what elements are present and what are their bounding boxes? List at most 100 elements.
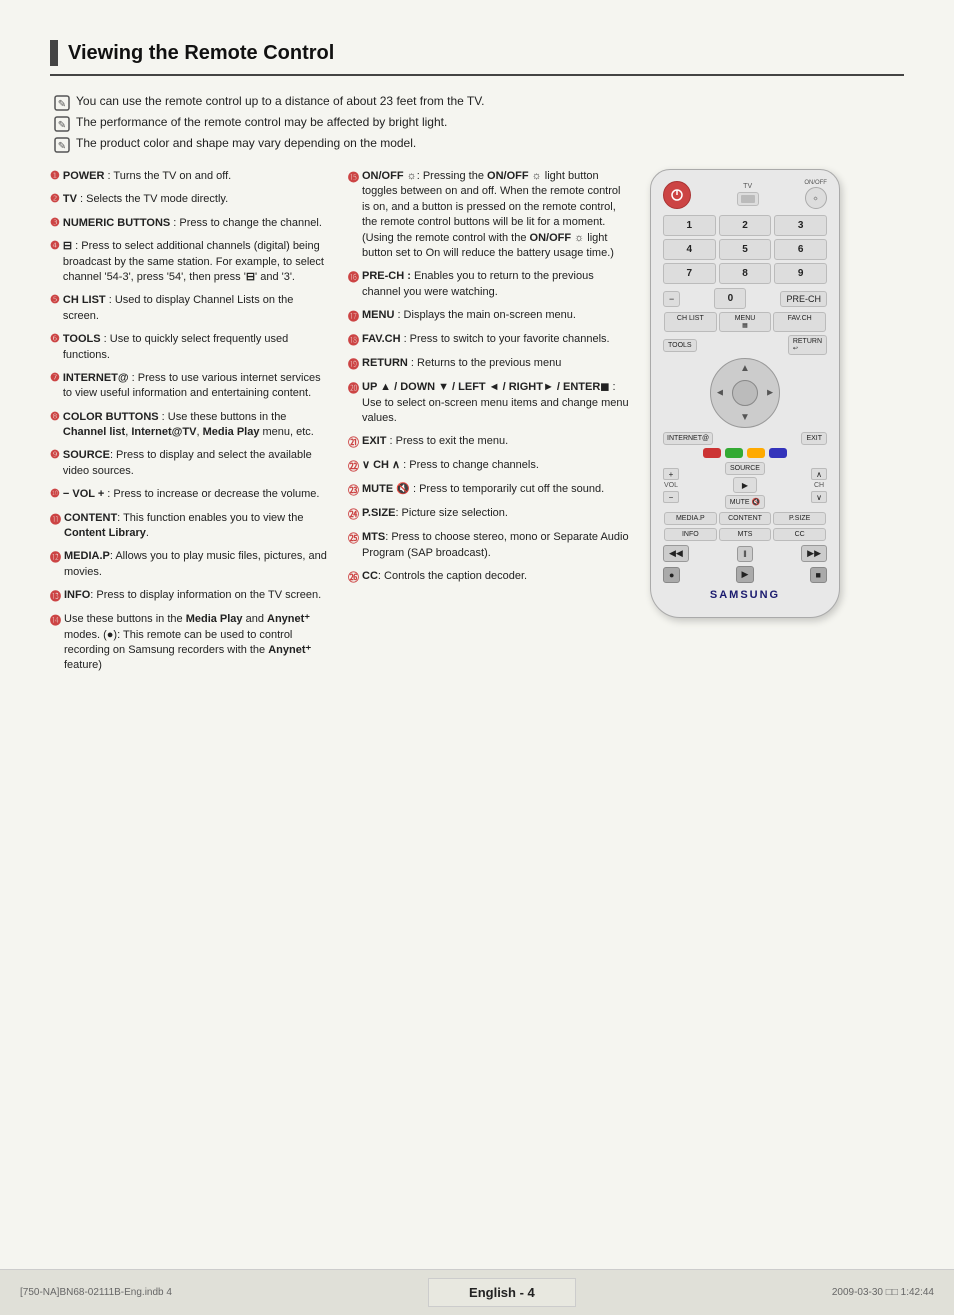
play-button[interactable]: ▶ xyxy=(736,566,755,583)
num-btn-3[interactable]: 3 xyxy=(774,215,827,236)
desc-internet: ❼ INTERNET@ : Press to use various inter… xyxy=(50,371,332,402)
dpad-down[interactable]: ▼ xyxy=(740,412,750,423)
source-button[interactable]: SOURCE xyxy=(725,462,765,475)
tv-button[interactable] xyxy=(737,192,759,206)
dpad[interactable]: ▲ ▼ ◄ ► xyxy=(710,358,780,428)
desc-num-10: ❿ xyxy=(50,487,60,500)
onoff-button[interactable]: ☼ xyxy=(805,187,827,209)
desc-text-17: MENU : Displays the main on-screen menu. xyxy=(362,308,576,323)
mts-button[interactable]: MTS xyxy=(719,528,772,541)
descriptions: ❶ POWER : Turns the TV on and off. ❷ TV … xyxy=(50,169,630,682)
desc-text-3: NUMERIC BUTTONS : Press to change the ch… xyxy=(63,216,322,231)
ok-button[interactable]: ▶ xyxy=(733,477,757,493)
menu-button[interactable]: MENU▦ xyxy=(719,312,772,332)
num-btn-0[interactable]: 0 xyxy=(714,288,746,309)
stop-button[interactable]: ■ xyxy=(810,567,827,583)
info-button[interactable]: INFO xyxy=(664,528,717,541)
exit-button[interactable]: EXIT xyxy=(801,432,827,445)
mute-button[interactable]: MUTE 🔇 xyxy=(725,495,766,509)
desc-num-16: ⓰ xyxy=(348,269,359,285)
num-btn-5[interactable]: 5 xyxy=(719,239,772,260)
desc-text-11: CONTENT: This function enables you to vi… xyxy=(64,511,332,542)
desc-num-15: ⓯ xyxy=(348,169,359,185)
mediap-button[interactable]: MEDIA.P xyxy=(664,512,717,525)
desc-text-15: ON/OFF ☼: Pressing the ON/OFF ☼ light bu… xyxy=(362,169,630,261)
internet-button[interactable]: INTERNET@ xyxy=(663,432,713,445)
pause-button[interactable]: ‖ xyxy=(737,546,753,562)
dpad-left[interactable]: ◄ xyxy=(715,388,725,399)
vol-up-btn[interactable]: + xyxy=(663,468,679,480)
ch-up-btn[interactable]: ∧ xyxy=(811,468,827,480)
menu-row: CH LIST MENU▦ FAV.CH xyxy=(663,312,827,332)
desc-num-24: ㉔ xyxy=(348,506,359,522)
return-button[interactable]: RETURN↩ xyxy=(788,335,827,355)
color-buttons xyxy=(663,448,827,458)
rewind-button[interactable]: ◀◀ xyxy=(663,545,689,562)
desc-num-23: ㉓ xyxy=(348,482,359,498)
main-content: ❶ POWER : Turns the TV on and off. ❷ TV … xyxy=(50,169,904,682)
transport-row-2: ● ▶ ■ xyxy=(663,566,827,583)
num-btn-4[interactable]: 4 xyxy=(663,239,716,260)
desc-num-12: ⓬ xyxy=(50,549,61,565)
desc-text-25: MTS: Press to choose stereo, mono or Sep… xyxy=(362,530,630,561)
note-3: ✎ The product color and shape may vary d… xyxy=(54,136,904,153)
desc-exit: ㉑ EXIT : Press to exit the menu. xyxy=(348,434,630,450)
desc-mts: ㉕ MTS: Press to choose stereo, mono or S… xyxy=(348,530,630,561)
ch-down-btn[interactable]: ∨ xyxy=(811,491,827,503)
desc-num-13: ⓭ xyxy=(50,588,61,604)
num-btn-1[interactable]: 1 xyxy=(663,215,716,236)
desc-num-1: ❶ xyxy=(50,169,60,182)
desc-vol: ❿ − VOL + : Press to increase or decreas… xyxy=(50,487,332,502)
color-btn-blue[interactable] xyxy=(769,448,787,458)
chlist-button[interactable]: CH LIST xyxy=(664,312,717,332)
desc-chlist: ❺ CH LIST : Used to display Channel List… xyxy=(50,293,332,324)
numpad: 1 2 3 4 5 6 7 8 9 xyxy=(663,215,827,284)
desc-menu: ⓱ MENU : Displays the main on-screen men… xyxy=(348,308,630,324)
desc-numeric: ❸ NUMERIC BUTTONS : Press to change the … xyxy=(50,216,332,231)
desc-onoff: ⓯ ON/OFF ☼: Pressing the ON/OFF ☼ light … xyxy=(348,169,630,261)
transport-row: ◀◀ ‖ ▶▶ xyxy=(663,545,827,562)
dpad-enter[interactable] xyxy=(732,380,758,406)
desc-tools: ❻ TOOLS : Use to quickly select frequent… xyxy=(50,332,332,363)
num-btn-2[interactable]: 2 xyxy=(719,215,772,236)
favch-button[interactable]: FAV.CH xyxy=(773,312,826,332)
desc-text-4: ⊟ : Press to select additional channels … xyxy=(63,239,332,285)
desc-num-7: ❼ xyxy=(50,371,60,384)
ch-group: ∧ CH ∨ xyxy=(811,468,827,503)
desc-content: ⓫ CONTENT: This function enables you to … xyxy=(50,511,332,542)
desc-text-23: MUTE 🔇 : Press to temporarily cut off th… xyxy=(362,482,604,497)
psize-button[interactable]: P.SIZE xyxy=(773,512,826,525)
dash-button[interactable]: − xyxy=(663,291,680,307)
samsung-logo: SAMSUNG xyxy=(663,589,827,601)
desc-text-18: FAV.CH : Press to switch to your favorit… xyxy=(362,332,610,347)
desc-text-19: RETURN : Returns to the previous menu xyxy=(362,356,561,371)
record-button[interactable]: ● xyxy=(663,567,680,583)
title-accent xyxy=(50,40,58,66)
desc-num-8: ❽ xyxy=(50,410,60,423)
color-btn-yellow[interactable] xyxy=(747,448,765,458)
dpad-up[interactable]: ▲ xyxy=(740,363,750,374)
num-btn-6[interactable]: 6 xyxy=(774,239,827,260)
num-btn-8[interactable]: 8 xyxy=(719,263,772,284)
fast-forward-button[interactable]: ▶▶ xyxy=(801,545,827,562)
num-btn-7[interactable]: 7 xyxy=(663,263,716,284)
note-icon-2: ✎ xyxy=(54,116,70,132)
vol-down-btn[interactable]: − xyxy=(663,491,679,503)
desc-text-13: INFO: Press to display information on th… xyxy=(64,588,321,603)
prech-button[interactable]: PRE-CH xyxy=(780,291,827,307)
tools-button[interactable]: TOOLS xyxy=(663,339,697,352)
power-button[interactable] xyxy=(663,181,691,209)
color-btn-green[interactable] xyxy=(725,448,743,458)
desc-dpad: ⓴ UP ▲ / DOWN ▼ / LEFT ◄ / RIGHT► / ENTE… xyxy=(348,380,630,426)
page: Viewing the Remote Control ✎ You can use… xyxy=(0,0,954,1315)
footer-right: 2009-03-30 □□ 1:42:44 xyxy=(832,1287,934,1298)
desc-cc: ㉖ CC: Controls the caption decoder. xyxy=(348,569,630,585)
cc-button[interactable]: CC xyxy=(773,528,826,541)
num-btn-9[interactable]: 9 xyxy=(774,263,827,284)
dpad-right[interactable]: ► xyxy=(765,388,775,399)
content-button[interactable]: CONTENT xyxy=(719,512,772,525)
desc-text-26: CC: Controls the caption decoder. xyxy=(362,569,527,584)
desc-col-1: ❶ POWER : Turns the TV on and off. ❷ TV … xyxy=(50,169,332,682)
desc-num-19: ⓳ xyxy=(348,356,359,372)
color-btn-red[interactable] xyxy=(703,448,721,458)
